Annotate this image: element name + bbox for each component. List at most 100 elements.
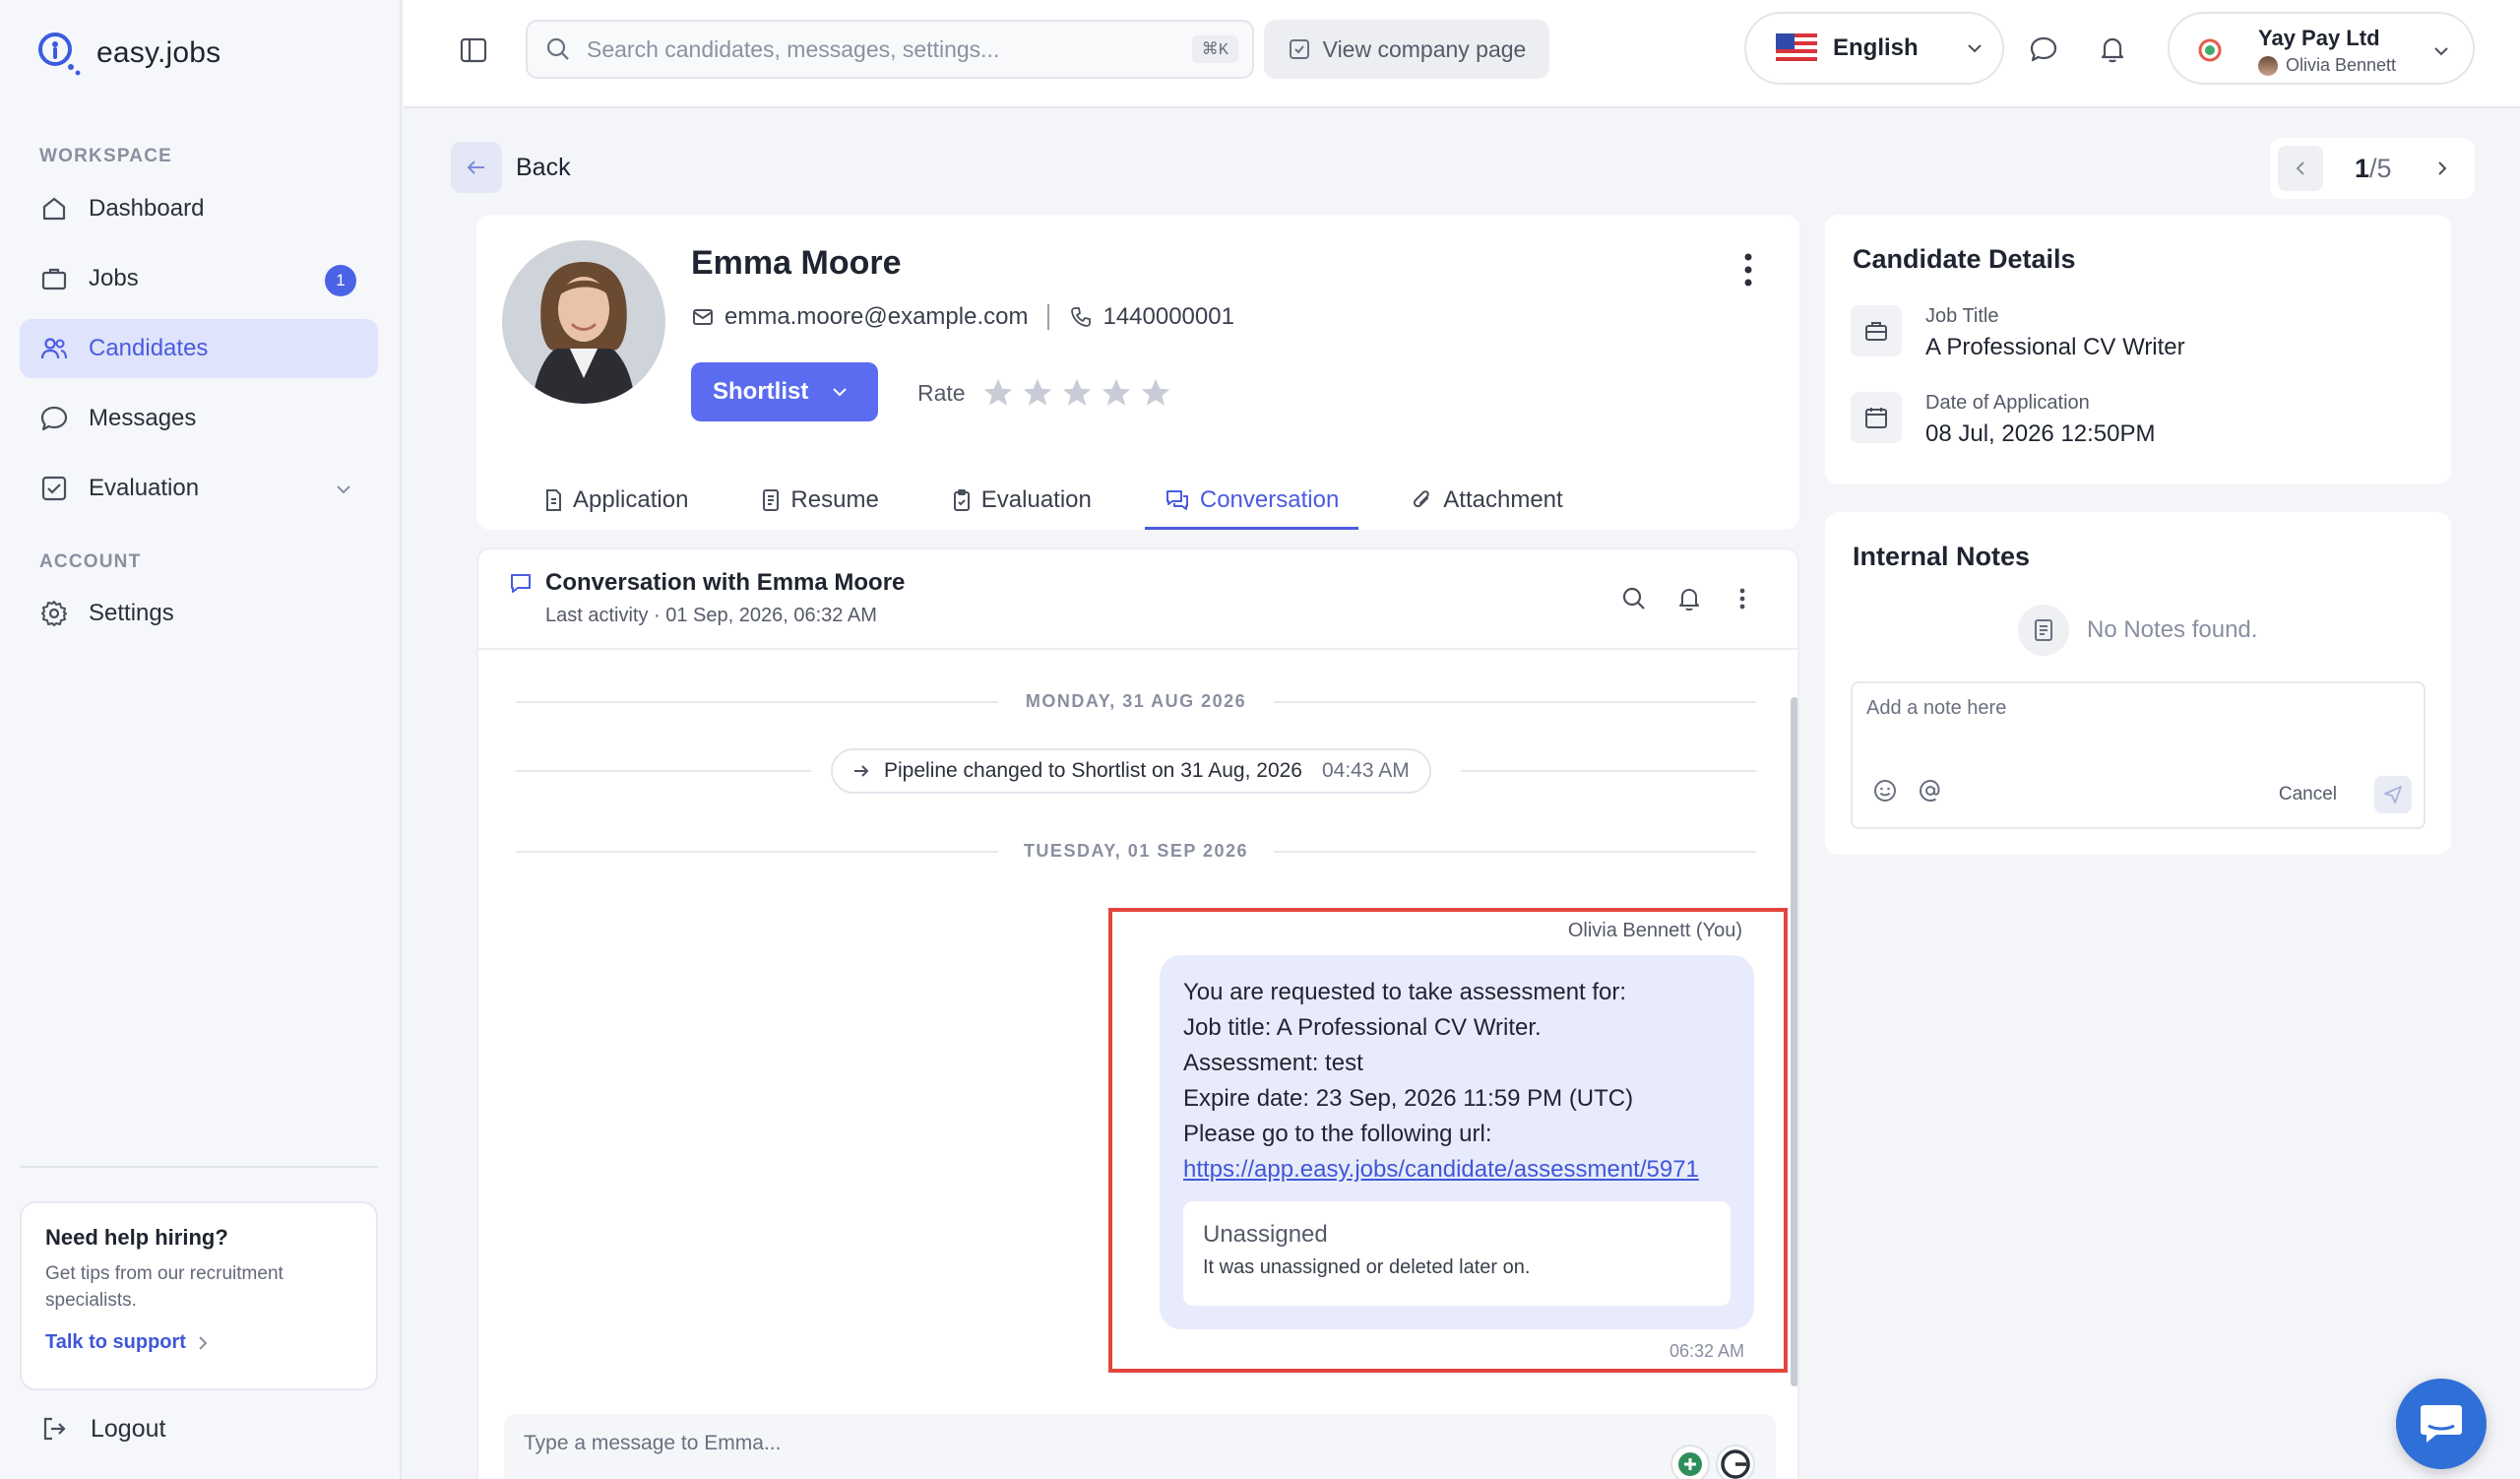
day-separator: TUESDAY, 01 SEP 2026 — [516, 837, 1756, 867]
day-label: TUESDAY, 01 SEP 2026 — [1023, 841, 1249, 861]
sidebar-toggle-icon[interactable] — [459, 35, 488, 65]
conversation-scrollbar[interactable] — [1791, 697, 1797, 1386]
candidate-avatar — [502, 240, 665, 404]
sidebar-item-messages[interactable]: Messages — [20, 389, 378, 448]
bell-icon[interactable] — [1675, 585, 1703, 612]
note-cancel-button[interactable]: Cancel — [2279, 784, 2337, 805]
document-icon — [763, 489, 780, 511]
sidebar-item-label: Jobs — [89, 265, 139, 291]
chevron-down-icon[interactable] — [333, 479, 354, 500]
sidebar-item-settings[interactable]: Settings — [20, 584, 378, 643]
grammar-icon[interactable] — [1715, 1444, 1756, 1479]
notes-title: Internal Notes — [1853, 542, 2031, 571]
plus-badge-icon[interactable] — [1670, 1444, 1711, 1479]
company-switcher[interactable]: Yay Pay Ltd Olivia Bennett — [2168, 12, 2475, 85]
back-button[interactable] — [451, 142, 502, 193]
assessment-card-text: It was unassigned or deleted later on. — [1203, 1256, 1531, 1278]
separator-line — [1461, 770, 1756, 772]
tab-evaluation[interactable]: Evaluation — [932, 471, 1111, 530]
gear-icon — [41, 601, 67, 626]
arrow-right-icon — [854, 765, 869, 777]
current-user: Olivia Bennett — [2258, 55, 2396, 76]
send-icon — [2384, 786, 2402, 804]
search-icon[interactable] — [1620, 585, 1648, 612]
jobs-count-badge: 1 — [325, 265, 356, 296]
tab-label: Resume — [790, 486, 879, 513]
briefcase-icon — [1851, 305, 1902, 356]
sidebar-item-jobs[interactable]: Jobs 1 — [20, 249, 378, 308]
mention-icon[interactable] — [1918, 778, 1943, 804]
chat-bubble-icon — [40, 406, 68, 431]
assessment-card-title: Unassigned — [1203, 1221, 1328, 1248]
candidate-rating: Rate — [917, 376, 1172, 410]
tab-resume[interactable]: Resume — [741, 471, 898, 530]
previous-candidate-button[interactable] — [2278, 146, 2323, 191]
chevron-right-icon — [2438, 161, 2447, 175]
more-options-icon[interactable] — [1729, 585, 1756, 612]
back-label[interactable]: Back — [516, 154, 571, 182]
brand-name: easy.jobs — [96, 36, 221, 69]
account-heading: ACCOUNT — [39, 551, 142, 572]
bell-icon[interactable] — [2097, 33, 2128, 65]
day-label: MONDAY, 31 AUG 2026 — [1025, 691, 1247, 711]
language-selector[interactable]: English — [1744, 12, 2004, 85]
candidate-profile-card: Emma Moore emma.moore@example.com 144000… — [476, 215, 1799, 530]
phone-icon — [1071, 307, 1092, 327]
star-icon[interactable] — [1139, 376, 1172, 410]
job-title-value: A Professional CV Writer — [1925, 334, 2185, 360]
logout-label: Logout — [91, 1414, 166, 1443]
message-time: 06:32 AM — [1669, 1341, 1744, 1361]
tab-application[interactable]: Application — [524, 471, 708, 530]
conversation-header: Conversation with Emma Moore Last activi… — [478, 549, 1797, 650]
search-box[interactable]: ⌘K — [526, 20, 1254, 79]
checkbox-icon — [41, 476, 67, 501]
event-text: Pipeline changed to Shortlist on 31 Aug,… — [884, 759, 1302, 782]
logout-button[interactable]: Logout — [39, 1414, 165, 1444]
clipboard-icon — [953, 489, 970, 511]
candidate-phone[interactable]: 1440000001 — [1102, 303, 1233, 331]
tab-attachment[interactable]: Attachment — [1392, 471, 1582, 530]
message-input[interactable] — [524, 1432, 1508, 1455]
chevron-down-icon — [833, 388, 848, 397]
pipeline-event: Pipeline changed to Shortlist on 31 Aug,… — [831, 748, 1431, 794]
assessment-link[interactable]: https://app.easy.jobs/candidate/assessme… — [1183, 1156, 1699, 1183]
view-company-label: View company page — [1322, 35, 1527, 62]
sidebar-item-label: Candidates — [89, 335, 209, 361]
star-icon[interactable] — [1060, 376, 1094, 410]
message-line: Please go to the following url: — [1183, 1121, 1492, 1147]
more-options-icon[interactable] — [1742, 252, 1754, 288]
candidate-photo — [502, 240, 665, 404]
next-candidate-button[interactable] — [2420, 146, 2465, 191]
star-icon[interactable] — [981, 376, 1015, 410]
view-company-page-button[interactable]: View company page — [1264, 20, 1549, 79]
briefcase-icon — [41, 268, 67, 290]
star-icon[interactable] — [1100, 376, 1133, 410]
chevron-down-icon — [1967, 44, 1982, 53]
sidebar-item-candidates[interactable]: Candidates — [20, 319, 378, 378]
notes-empty-state: No Notes found. — [2018, 605, 2257, 656]
star-icon[interactable] — [1021, 376, 1054, 410]
note-input[interactable] — [1866, 697, 2408, 756]
sidebar-item-evaluation[interactable]: Evaluation — [20, 459, 378, 518]
pipeline-status-dropdown[interactable]: Shortlist — [691, 362, 878, 421]
event-time: 04:43 AM — [1321, 759, 1410, 782]
tab-conversation[interactable]: Conversation — [1144, 471, 1359, 530]
logo-icon — [38, 32, 81, 76]
pager-total: /5 — [2369, 154, 2392, 183]
emoji-icon[interactable] — [1872, 778, 1898, 804]
sidebar-item-dashboard[interactable]: Dashboard — [20, 179, 378, 238]
note-send-button[interactable] — [2374, 776, 2412, 813]
message-line: You are requested to take assessment for… — [1183, 979, 1627, 1005]
support-chat-button[interactable] — [2396, 1379, 2487, 1469]
chevron-left-icon — [2296, 161, 2304, 175]
search-input[interactable] — [587, 35, 1167, 63]
messages-icon[interactable] — [2028, 33, 2059, 65]
logo[interactable]: easy.jobs — [35, 30, 220, 77]
talk-to-support-label: Talk to support — [45, 1331, 186, 1353]
application-date-value: 08 Jul, 2026 12:50PM — [1925, 420, 2156, 447]
tab-label: Attachment — [1443, 486, 1563, 513]
candidate-email[interactable]: emma.moore@example.com — [724, 303, 1028, 331]
search-icon — [546, 37, 569, 60]
tab-label: Conversation — [1199, 486, 1340, 513]
talk-to-support-link[interactable]: Talk to support — [45, 1331, 352, 1354]
